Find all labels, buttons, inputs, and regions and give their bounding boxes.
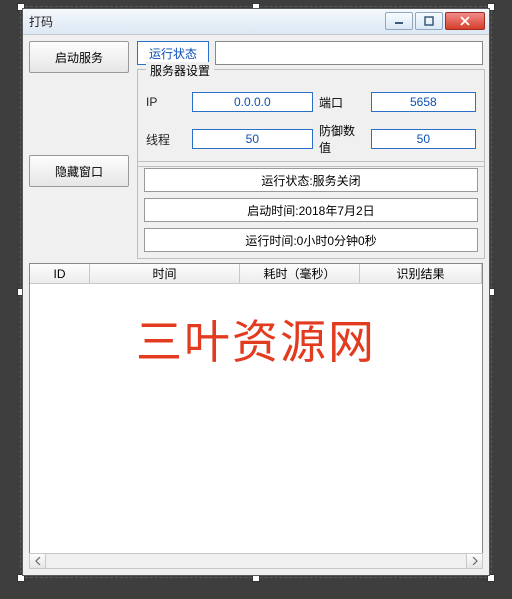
chevron-left-icon [35,557,41,565]
status-line-start-time: 启动时间:2018年7月2日 [144,198,478,222]
input-value: 5658 [410,95,437,109]
threads-input[interactable]: 50 [192,129,313,149]
chevron-right-icon [472,557,478,565]
close-button[interactable] [445,12,485,30]
column-label: ID [54,267,66,281]
status-text: 运行时间:0小时0分钟0秒 [245,232,376,249]
button-label: 运行状态 [149,45,197,62]
table-header: ID 时间 耗时（毫秒） 识别结果 [30,264,482,284]
table-column-elapsed[interactable]: 耗时（毫秒） [240,264,360,283]
minimize-button[interactable] [385,12,413,30]
horizontal-scrollbar[interactable] [29,553,483,569]
table-column-id[interactable]: ID [30,264,90,283]
table-column-time[interactable]: 时间 [90,264,240,283]
ip-input[interactable]: 0.0.0.0 [192,92,313,112]
scroll-track[interactable] [46,554,466,568]
window-title: 打码 [29,13,53,30]
titlebar: 打码 [23,9,489,35]
left-button-column: 启动服务 隐藏窗口 [29,41,129,191]
input-value: 0.0.0.0 [234,95,271,109]
maximize-button[interactable] [415,12,443,30]
watermark-text: 三叶资源网 [136,306,376,372]
input-value: 50 [417,132,430,146]
design-canvas: 打码 启动服务 隐藏窗口 [0,0,512,599]
server-settings-group: 服务器设置 IP 0.0.0.0 端口 5658 线程 50 防御数值 50 [137,69,485,167]
port-label: 端口 [319,94,365,111]
button-label: 隐藏窗口 [55,163,103,180]
status-text: 运行状态:服务关闭 [261,172,360,189]
status-input[interactable] [215,41,483,65]
app-window: 打码 启动服务 隐藏窗口 [22,8,490,576]
hide-window-button[interactable]: 隐藏窗口 [29,155,129,187]
start-service-button[interactable]: 启动服务 [29,41,129,73]
scroll-left-button[interactable] [30,554,46,568]
port-input[interactable]: 5658 [371,92,476,112]
status-box: 运行状态:服务关闭 启动时间:2018年7月2日 运行时间:0小时0分钟0秒 [137,161,485,259]
ip-label: IP [146,95,186,109]
table-column-result[interactable]: 识别结果 [360,264,482,283]
column-label: 时间 [152,265,176,282]
scroll-right-button[interactable] [466,554,482,568]
table-body: 三叶资源网 [30,284,482,566]
threads-label: 线程 [146,131,186,148]
status-line-run-time: 运行时间:0小时0分钟0秒 [144,228,478,252]
status-line-running: 运行状态:服务关闭 [144,168,478,192]
defense-input[interactable]: 50 [371,129,476,149]
results-table: ID 时间 耗时（毫秒） 识别结果 三叶资源网 [29,263,483,567]
button-label: 启动服务 [55,49,103,66]
groupbox-title: 服务器设置 [146,62,214,79]
column-label: 识别结果 [396,265,444,282]
column-label: 耗时（毫秒） [263,265,335,282]
status-text: 启动时间:2018年7月2日 [247,202,374,219]
defense-label: 防御数值 [319,122,365,156]
input-value: 50 [246,132,259,146]
